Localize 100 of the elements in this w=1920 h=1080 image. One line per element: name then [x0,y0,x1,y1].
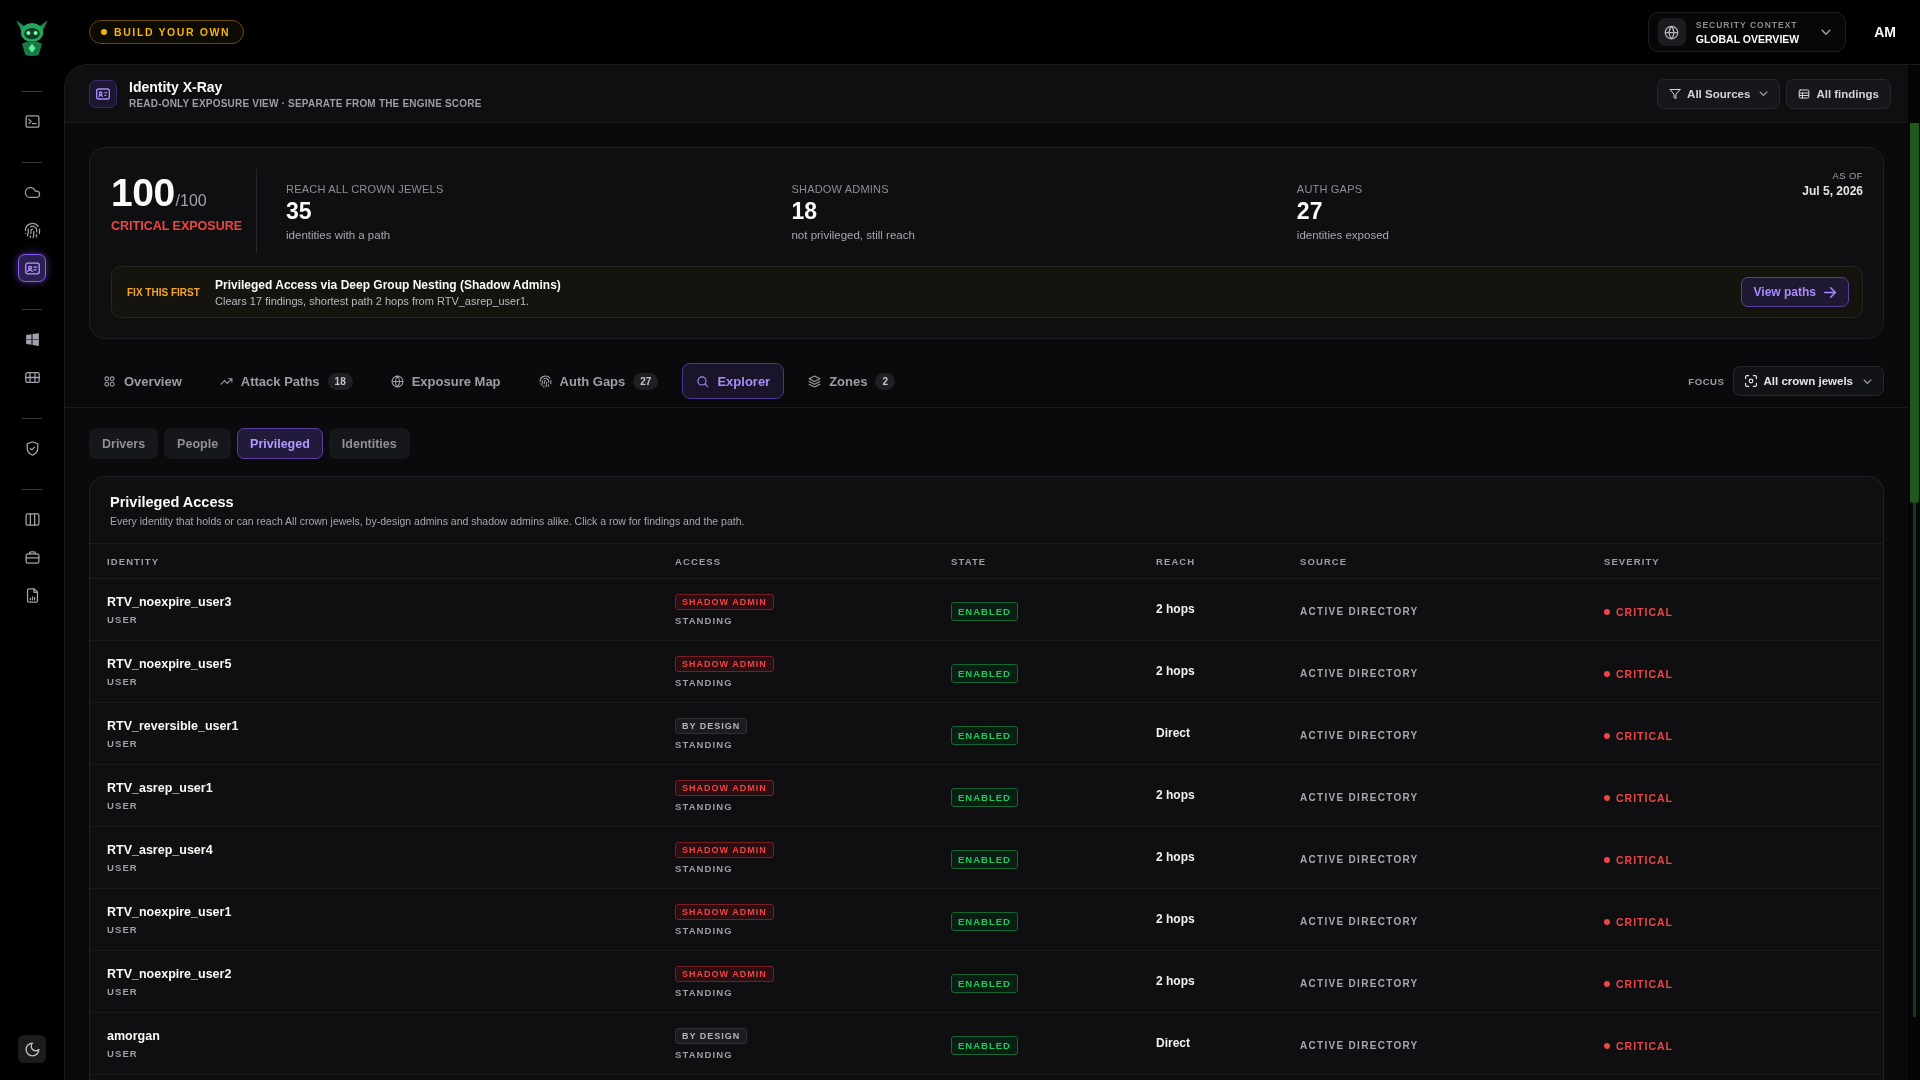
tab[interactable]: Zones 2 [794,363,910,399]
source-name: ACTIVE DIRECTORY [1300,730,1419,741]
access-mode: STANDING [675,614,733,626]
column-header: ACCESS [674,555,723,567]
access-mode: STANDING [675,1048,733,1060]
source-name: ACTIVE DIRECTORY [1300,978,1419,989]
identity-type: USER [107,1047,138,1059]
stat-label: AUTH GAPS [1296,183,1363,195]
tab[interactable]: Exposure Map [376,363,515,399]
severity-label: CRITICAL [1616,605,1673,618]
reach-value: 2 hops [1156,849,1195,864]
theme-toggle-button[interactable] [18,1035,46,1063]
state-tag: ENABLED [951,602,1018,621]
access-tag: SHADOW ADMIN [675,965,774,982]
identity-type: USER [107,923,138,935]
tab-count: 18 [327,372,353,390]
build-your-own-button[interactable]: BUILD YOUR OWN [89,20,245,44]
tab[interactable]: Explorer [682,363,785,399]
identity-name: RTV_asrep_user1 [107,780,213,795]
severity-label: CRITICAL [1616,729,1673,742]
fix-title: Privileged Access via Deep Group Nesting (Shadow Admins) [215,277,561,292]
access-mode: STANDING [675,738,733,750]
fix-first-label: FIX THIS FIRST [127,286,201,298]
chevron-down-icon [1821,29,1832,35]
identity-name: RTV_noexpire_user5 [107,656,232,671]
sidebar-item[interactable] [18,254,46,282]
access-mode: STANDING [675,862,733,874]
column-header: IDENTITY [106,555,161,567]
id-card-icon [89,79,117,108]
source-name: ACTIVE DIRECTORY [1300,854,1419,865]
briefcase-icon [23,548,41,566]
access-mode: STANDING [675,676,733,688]
dot-icon [101,29,107,35]
state-tag: ENABLED [951,788,1018,807]
identity-name: RTV_noexpire_user2 [107,966,232,981]
tab[interactable]: Auth Gaps 27 [524,363,673,399]
severity-label: CRITICAL [1616,1039,1673,1052]
sub-tab[interactable]: Drivers [89,428,159,459]
identity-name: RTV_asrep_user4 [107,842,213,857]
view-paths-button[interactable]: View paths [1740,277,1849,307]
stat-value: 18 [791,199,818,224]
stat-label: REACH ALL CROWN JEWELS [286,183,444,195]
access-mode: STANDING [675,986,733,998]
reach-value: 2 hops [1156,787,1195,802]
source-name: ACTIVE DIRECTORY [1300,916,1419,927]
scrollbar-thumb[interactable] [1909,123,1919,503]
globe-icon [390,374,404,388]
severity-label: CRITICAL [1616,667,1673,680]
panel-description: Every identity that holds or can reach All crown jewels, by-design admins and shadow admins alike. Click a row for findings and the path. [110,515,745,527]
sub-tab[interactable]: Identities [328,428,410,459]
sources-dropdown[interactable]: All Sources [1657,78,1781,109]
access-tag: SHADOW ADMIN [675,903,774,920]
source-name: ACTIVE DIRECTORY [1300,668,1419,679]
user-menu-button[interactable]: AM [1874,24,1896,40]
tab[interactable]: Overview [89,363,196,399]
stat-value: 35 [286,199,312,224]
access-tag: BY DESIGN [675,717,748,734]
findings-button[interactable]: All findings [1786,78,1891,109]
sub-tab[interactable]: People [164,428,232,459]
tab[interactable]: Attack Paths 18 [205,363,367,399]
focus-target-icon [1744,375,1757,387]
globe-icon [1657,18,1686,46]
layers-icon [808,374,822,388]
chevron-down-icon [1759,91,1769,96]
state-tag: ENABLED [951,664,1018,683]
fix-detail: Clears 17 findings, shortest path 2 hops from RTV_asrep_user1. [215,294,530,307]
focus-dropdown[interactable]: All crown jewels [1732,366,1884,396]
arrow-right-icon [1824,286,1836,298]
severity-label: CRITICAL [1616,915,1673,928]
severity-label: CRITICAL [1616,791,1673,804]
identity-type: USER [107,613,138,625]
reach-value: 2 hops [1156,911,1195,926]
page-title: Identity X-Ray [129,78,224,95]
reach-value: 2 hops [1156,601,1195,616]
as-of-label: AS OF [1832,170,1863,181]
identity-type: USER [107,985,138,997]
state-tag: ENABLED [951,1036,1018,1055]
stat-caption: identities with a path [286,229,391,242]
tab-count: 2 [875,372,896,390]
identity-name: RTV_reversible_user1 [107,718,239,733]
access-tag: SHADOW ADMIN [675,779,774,796]
severity-label: CRITICAL [1616,853,1673,866]
access-mode: STANDING [675,924,733,936]
sub-tab[interactable]: Privileged [237,428,323,459]
state-tag: ENABLED [951,974,1018,993]
identity-type: USER [107,737,138,749]
identity-type: USER [107,675,138,687]
reach-value: Direct [1156,725,1190,740]
column-header: STATE [950,555,988,567]
column-header: SEVERITY [1603,555,1661,567]
moon-icon [23,1040,41,1058]
fingerprint-icon [23,221,41,239]
logo-icon[interactable] [15,18,49,56]
severity-label: CRITICAL [1616,977,1673,990]
panel-title: Privileged Access [110,494,234,510]
access-mode: STANDING [675,800,733,812]
column-header: REACH [1155,555,1197,567]
stat-label: SHADOW ADMINS [791,183,889,195]
source-name: ACTIVE DIRECTORY [1300,792,1419,803]
security-context-selector[interactable]: SECURITY CONTEXT GLOBAL OVERVIEW [1647,12,1847,52]
